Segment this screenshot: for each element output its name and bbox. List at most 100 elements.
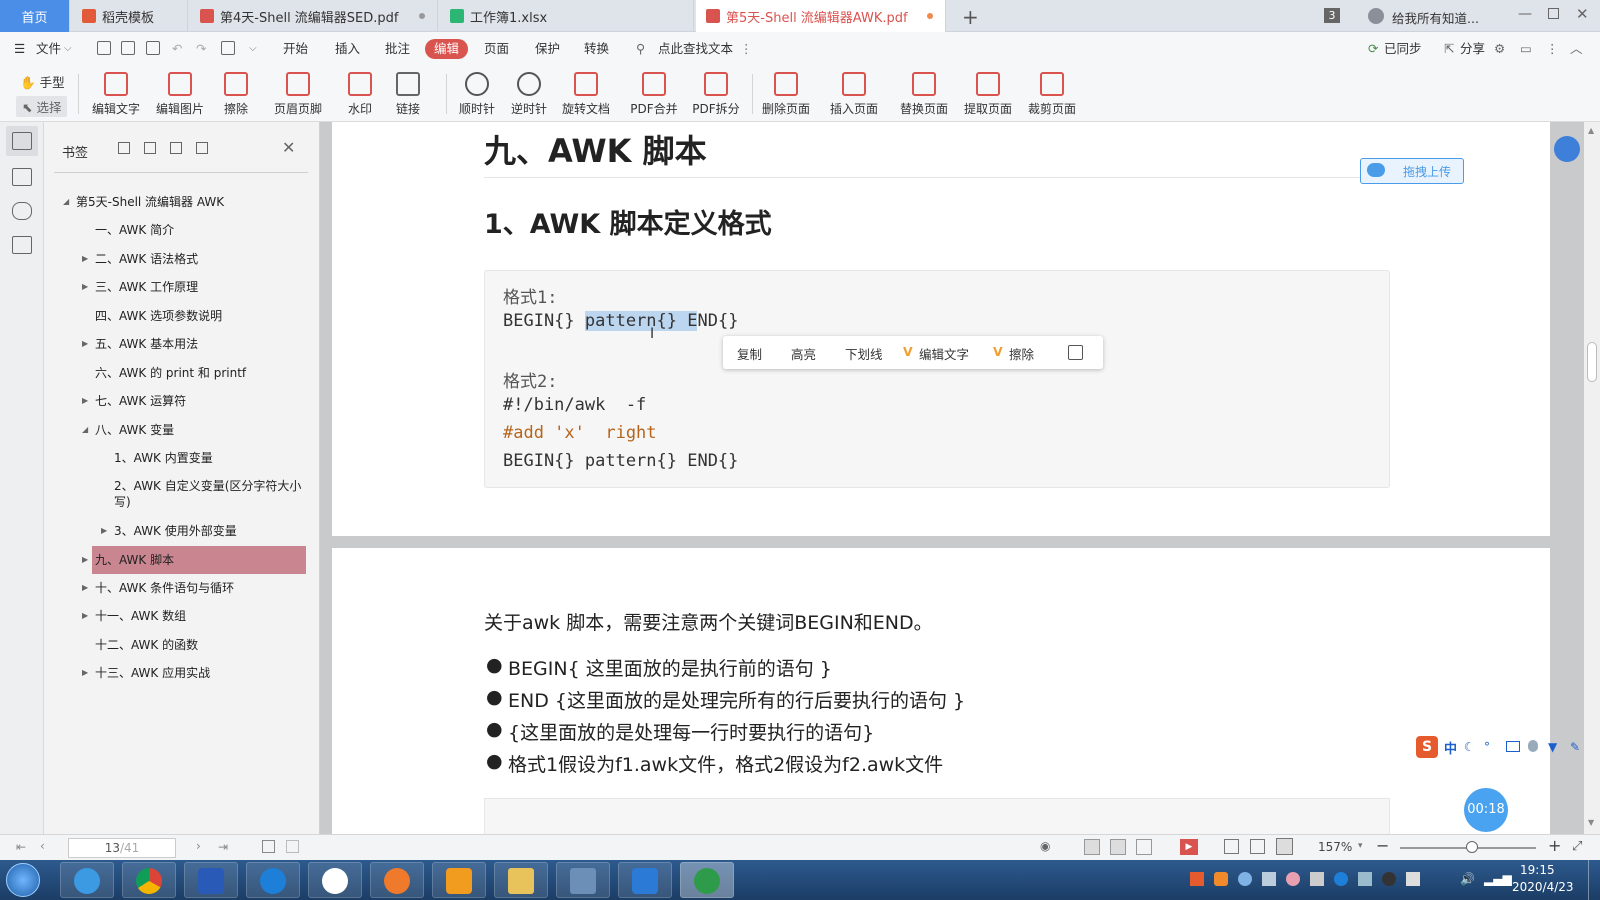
insert-page-button[interactable]: 插入页面 — [824, 68, 884, 120]
erase-button[interactable]: 擦除 — [216, 68, 256, 120]
collapsed-arrow-icon[interactable]: ▶ — [82, 254, 88, 263]
bookmark-item[interactable]: 1、AWK 内置变量 — [114, 450, 213, 466]
continuous-view-icon[interactable] — [1084, 839, 1100, 855]
bookmark-panel-icon[interactable] — [12, 132, 32, 150]
zoom-in-icon[interactable]: + — [1548, 836, 1561, 855]
signal-icon[interactable]: ▂▄▆ — [1484, 872, 1512, 886]
first-page-icon[interactable]: ⇤ — [16, 840, 26, 854]
bookmark-item[interactable]: 七、AWK 运算符 — [95, 393, 186, 409]
edit-text-context-button[interactable]: 编辑文字 — [919, 344, 969, 363]
more-icon[interactable]: ⋮ — [740, 39, 753, 59]
play-icon[interactable]: ▶ — [1180, 839, 1198, 855]
annotation-icon[interactable] — [12, 202, 32, 220]
tab-workbook[interactable]: 工作簿1.xlsx — [440, 0, 694, 32]
edit-text-button[interactable]: 编辑文字 — [90, 68, 142, 120]
bookmark-item[interactable]: 十三、AWK 应用实战 — [95, 665, 210, 681]
collapsed-arrow-icon[interactable]: ▶ — [101, 526, 107, 535]
sync-icon[interactable]: ⟳ — [1368, 39, 1378, 59]
bookmark-item[interactable]: 3、AWK 使用外部变量 — [114, 523, 237, 539]
last-page-icon[interactable]: ⇥ — [218, 840, 228, 854]
rotate-clockwise-button[interactable]: 顺时针 — [456, 68, 498, 120]
bookmark-item[interactable]: 十、AWK 条件语句与循环 — [95, 580, 234, 596]
bookmark-item[interactable]: 一、AWK 简介 — [95, 222, 174, 238]
screenshot-icon[interactable] — [1068, 345, 1083, 360]
taskbar-sublime[interactable] — [432, 862, 486, 898]
bookmark-item[interactable]: 八、AWK 变量 — [95, 422, 174, 438]
taskbar-cloud-app[interactable] — [308, 862, 362, 898]
avatar[interactable] — [1368, 8, 1384, 24]
select-tool[interactable]: ⬉ 选择 — [16, 96, 68, 117]
menu-convert[interactable]: 转换 — [584, 39, 609, 59]
taskbar-firefox[interactable] — [370, 862, 424, 898]
expanded-arrow-icon[interactable]: ◢ — [63, 197, 69, 206]
code-block[interactable]: 格式1: BEGIN{} pattern{} END{} 格式2: #!/bin… — [484, 270, 1390, 488]
collapsed-arrow-icon[interactable]: ▶ — [82, 668, 88, 677]
next-page-icon[interactable]: › — [196, 839, 201, 853]
rotate-counterclockwise-button[interactable]: 逆时针 — [508, 68, 550, 120]
taskbar-remote-desktop[interactable] — [556, 862, 610, 898]
quick-access-chevron-icon[interactable]: ⌵ — [249, 39, 257, 59]
ime-toolbar[interactable]: ☾ ° ▼ ✎ — [1464, 740, 1594, 754]
close-panel-icon[interactable]: ✕ — [282, 138, 295, 157]
highlight-button[interactable]: 高亮 — [791, 344, 816, 363]
fit-width-icon[interactable] — [286, 840, 299, 853]
fit-page-icon[interactable] — [262, 840, 275, 853]
bookmark-item[interactable]: 十二、AWK 的函数 — [95, 637, 198, 653]
header-footer-button[interactable]: 页眉页脚 — [268, 68, 328, 120]
share-button[interactable]: 分享 — [1460, 39, 1485, 59]
collapsed-arrow-icon[interactable]: ▶ — [82, 396, 88, 405]
bookmark-item[interactable]: 2、AWK 自定义变量(区分字符大小写) — [114, 478, 304, 510]
thumbnail-icon[interactable] — [12, 168, 32, 186]
vertical-scrollbar[interactable]: ▲ ▼ — [1584, 122, 1600, 834]
clock-date[interactable]: 2020/4/23 — [1512, 880, 1574, 894]
fit-width-view-icon[interactable] — [1276, 838, 1293, 855]
bookmark-item[interactable]: 二、AWK 语法格式 — [95, 251, 198, 267]
taskbar-wps[interactable] — [618, 862, 672, 898]
prev-page-icon[interactable]: ‹ — [40, 839, 45, 853]
hamburger-icon[interactable]: ☰ — [14, 39, 25, 59]
bookmark-item[interactable]: 五、AWK 基本用法 — [95, 336, 198, 352]
single-page-icon[interactable] — [1110, 839, 1126, 855]
taskbar-chrome[interactable] — [122, 862, 176, 898]
tab-docer-templates[interactable]: 稻壳模板 — [72, 0, 188, 32]
fit-window-icon[interactable] — [1250, 839, 1265, 854]
taskbar-p-app[interactable] — [184, 862, 238, 898]
menu-insert[interactable]: 插入 — [335, 39, 360, 59]
menu-page[interactable]: 页面 — [484, 39, 509, 59]
bookmark-item[interactable]: 十一、AWK 数组 — [95, 608, 186, 624]
new-tab-icon[interactable]: + — [962, 5, 979, 29]
taskbar-k-app[interactable] — [246, 862, 300, 898]
synced-status[interactable]: 已同步 — [1384, 39, 1422, 59]
two-page-icon[interactable] — [1136, 839, 1152, 855]
attachment-icon[interactable] — [12, 236, 32, 254]
menu-protect[interactable]: 保护 — [535, 39, 560, 59]
zoom-dropdown-icon[interactable]: ▾ — [1358, 841, 1363, 851]
comment-icon[interactable]: ▭ — [1520, 39, 1532, 59]
fullscreen-icon[interactable]: ⤢ — [1572, 839, 1582, 854]
tab-home[interactable]: 首页 — [0, 0, 70, 32]
recording-timer[interactable]: 00:18 — [1464, 788, 1508, 832]
scroll-up-icon[interactable]: ▲ — [1588, 126, 1594, 135]
collapse-bookmark-icon[interactable] — [144, 142, 156, 154]
window-count-badge[interactable]: 3 — [1324, 8, 1340, 23]
copy-button[interactable]: 复制 — [737, 344, 762, 363]
floating-tool-icon[interactable] — [1554, 136, 1580, 162]
bookmark-options-icon[interactable] — [196, 142, 208, 154]
show-desktop-button[interactable] — [1588, 860, 1600, 900]
hand-tool[interactable]: ✋ 手型 — [20, 72, 65, 91]
collapsed-arrow-icon[interactable]: ▶ — [82, 282, 88, 291]
add-bookmark-icon[interactable] — [170, 142, 182, 154]
minimize-icon[interactable]: — — [1518, 6, 1532, 22]
menu-annotate[interactable]: 批注 — [385, 39, 410, 59]
open-icon[interactable] — [97, 41, 111, 55]
expand-bookmark-icon[interactable] — [118, 142, 130, 154]
taskbar-explorer[interactable] — [494, 862, 548, 898]
collapsed-arrow-icon[interactable]: ▶ — [82, 555, 88, 564]
collapsed-arrow-icon[interactable]: ▶ — [82, 583, 88, 592]
start-button-icon[interactable] — [6, 863, 40, 897]
bookmark-item[interactable]: 九、AWK 脚本 — [95, 552, 174, 568]
menu-edit[interactable]: 编辑 — [425, 39, 469, 59]
actual-size-icon[interactable] — [1224, 839, 1239, 854]
delete-page-button[interactable]: 删除页面 — [758, 68, 814, 120]
redo-icon[interactable]: ↷ — [196, 39, 206, 59]
